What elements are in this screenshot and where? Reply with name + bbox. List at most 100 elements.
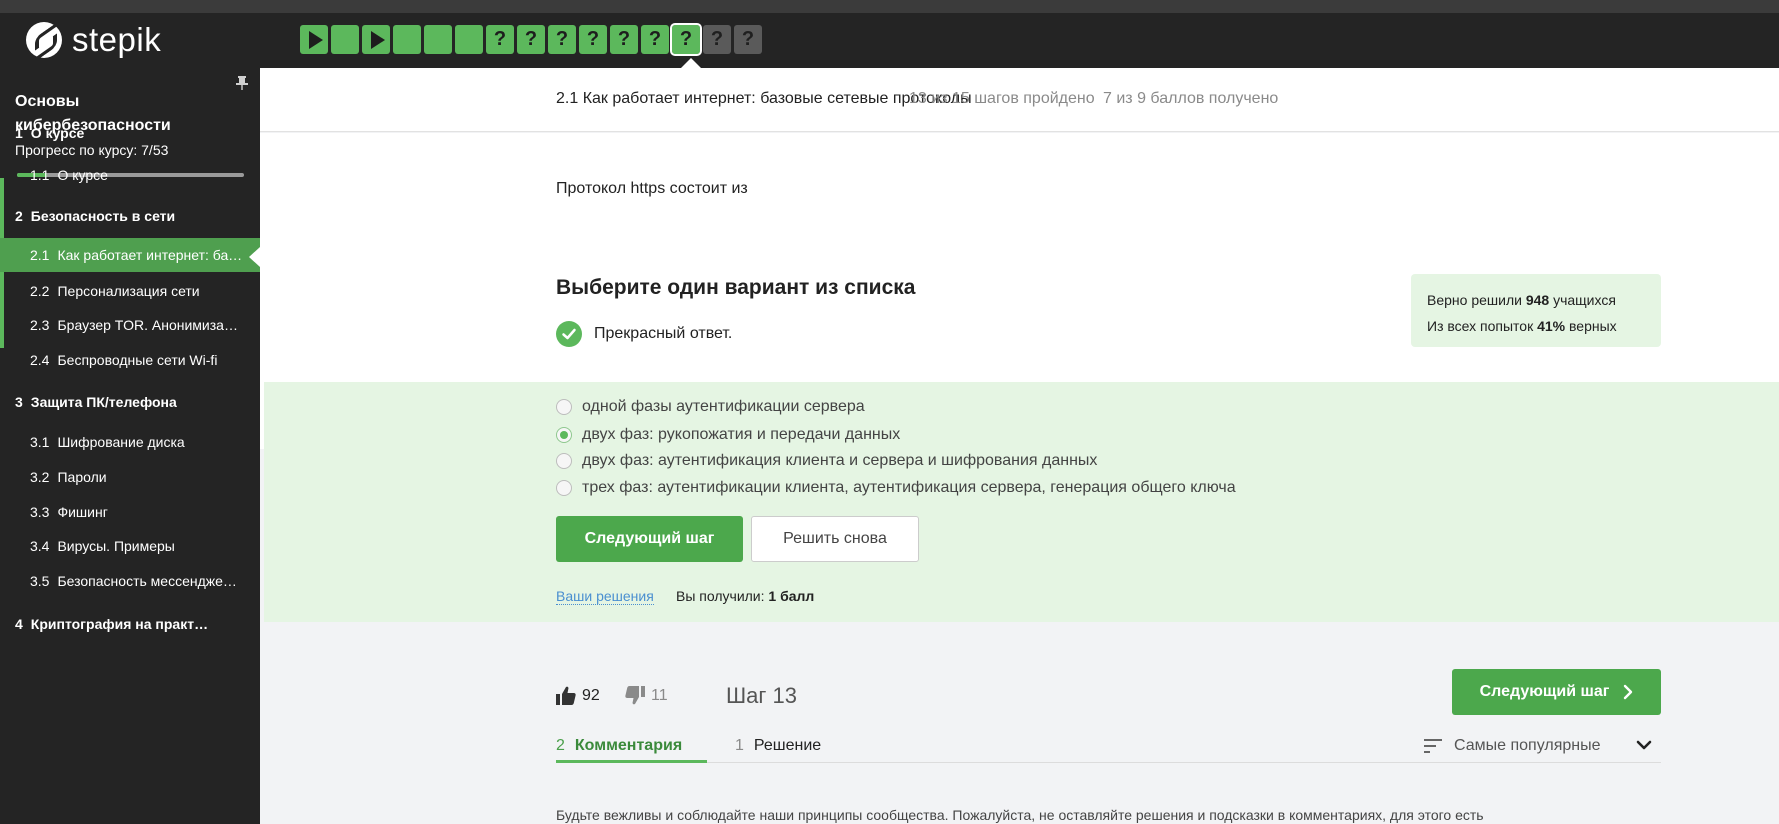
radio-button[interactable]	[556, 480, 572, 496]
sort-label: Самые популярные	[1454, 737, 1601, 754]
points-progress: 7 из 9 баллов получено	[1103, 90, 1279, 107]
sidebar-section[interactable]: 4 Криптография на практике	[0, 606, 260, 642]
step-nav-item[interactable]	[455, 25, 483, 54]
sidebar-lesson[interactable]: 2.1 Как работает интернет: базовые сетевы…	[0, 238, 260, 272]
answer-option[interactable]: одной фазы аутентификации сервера	[556, 398, 865, 416]
step-label: Шаг 13	[726, 683, 798, 708]
solve-stats: Верно решили 948 учащихся Из всех попыто…	[1411, 274, 1661, 347]
chevron-down-icon[interactable]	[1636, 739, 1652, 751]
tab-solutions[interactable]: 1 Решение	[735, 737, 821, 755]
radio-button[interactable]	[556, 427, 572, 443]
course-sidebar: Основы кибербезопасности Прогресс по кур…	[0, 68, 260, 824]
sidebar-item-label: Защита ПК/телефона	[30, 394, 177, 410]
thumbs-up-icon	[556, 686, 576, 705]
sidebar-item-number: 2.4	[30, 352, 50, 368]
sort-dropdown[interactable]: Самые популярные	[1424, 737, 1600, 755]
answer-feedback: Прекрасный ответ.	[556, 321, 732, 347]
sidebar-lesson[interactable]: 2.4 Беспроводные сети Wi-fi	[0, 343, 260, 377]
step-nav-item[interactable]	[393, 25, 421, 54]
step-nav-item[interactable]: ?	[486, 25, 514, 54]
score-prefix: Вы получили:	[676, 588, 769, 604]
step-nav-item[interactable]: ?	[517, 25, 545, 54]
radio-button[interactable]	[556, 399, 572, 415]
step-nav-item[interactable]: ?	[670, 23, 702, 56]
active-tab-indicator	[556, 760, 707, 763]
step-navigation: ?????????	[300, 23, 762, 56]
play-icon	[370, 30, 385, 49]
step-nav-item[interactable]	[331, 25, 359, 54]
sidebar-lesson[interactable]: 3.4 Вирусы. Примеры	[0, 529, 260, 563]
next-step-button-footer[interactable]: Следующий шаг	[1452, 669, 1661, 715]
browser-top-strip	[0, 0, 1779, 13]
answer-option-text: двух фаз: рукопожатия и передачи данных	[582, 426, 901, 443]
sidebar-item-number: 3.1	[30, 434, 50, 450]
tab-comments[interactable]: 2 Комментария	[556, 737, 682, 755]
answer-option[interactable]: двух фаз: аутентификация клиента и серве…	[556, 452, 1097, 470]
sidebar-lesson[interactable]: 3.2 Пароли	[0, 460, 260, 494]
step-nav-item[interactable]: ?	[641, 25, 669, 54]
sidebar-item-label: Пароли	[57, 469, 107, 485]
top-bar: stepik ?????????	[0, 13, 1779, 68]
sidebar-item-number: 2.2	[30, 283, 50, 299]
step-nav-item[interactable]	[300, 25, 328, 54]
sidebar-item-label: Беспроводные сети Wi-fi	[57, 352, 218, 368]
sidebar-item-number: 2.1	[30, 247, 50, 263]
solved-count: 948	[1525, 292, 1550, 308]
sidebar-item-number: 3	[15, 394, 23, 410]
dislike-button[interactable]: 11	[625, 686, 668, 705]
sidebar-item-number: 2	[15, 208, 23, 224]
tab-solutions-count: 1	[735, 737, 744, 754]
step-nav-item[interactable]	[424, 25, 452, 54]
main-content: 2.1 Как работает интернет: базовые сетев…	[260, 68, 1779, 824]
sidebar-item-label: О курсе	[30, 125, 85, 141]
your-solutions-link[interactable]: Ваши решения	[556, 588, 654, 605]
radio-button[interactable]	[556, 453, 572, 469]
sidebar-section[interactable]: 2 Безопасность в сети	[0, 198, 260, 234]
sidebar-item-label: Вирусы. Примеры	[57, 538, 175, 554]
solved-suffix: учащихся	[1549, 292, 1616, 308]
next-step-button[interactable]: Следующий шаг	[556, 516, 743, 562]
sidebar-lesson[interactable]: 1.1 О курсе	[0, 157, 260, 193]
stepik-logo-icon	[26, 22, 62, 58]
likes-count: 92	[582, 686, 600, 704]
answer-option-text: трех фаз: аутентификации клиента, аутент…	[582, 479, 1236, 496]
question-mark-icon: ?	[710, 28, 724, 50]
step-nav-item[interactable]: ?	[548, 25, 576, 54]
sidebar-section[interactable]: 3 Защита ПК/телефона	[0, 384, 260, 420]
answer-option[interactable]: двух фаз: рукопожатия и передачи данных	[556, 426, 900, 444]
steps-progress: 13 из 15 шагов пройдено	[909, 90, 1095, 107]
sidebar-lesson[interactable]: 2.3 Браузер TOR. Анонимизация в сети	[0, 308, 260, 342]
score-value: 1 балл	[768, 588, 815, 604]
question-mark-icon: ?	[555, 28, 569, 50]
retry-button[interactable]: Решить снова	[751, 516, 919, 562]
sidebar-lesson[interactable]: 3.1 Шифрование диска	[0, 425, 260, 459]
feedback-text: Прекрасный ответ.	[594, 325, 733, 342]
sidebar-item-number: 1	[15, 125, 23, 141]
sidebar-lesson[interactable]: 3.3 Фишинг	[0, 495, 260, 529]
pin-icon[interactable]	[236, 76, 248, 90]
step-nav-item[interactable]: ?	[610, 25, 638, 54]
sidebar-item-label: Браузер TOR. Анонимизация в сети	[57, 317, 243, 333]
sidebar-section[interactable]: 1 О курсе	[0, 115, 260, 151]
like-button[interactable]: 92	[556, 686, 600, 705]
step-nav-item[interactable]: ?	[734, 25, 762, 54]
attempts-percent: 41%	[1537, 318, 1566, 334]
attempts-suffix: верных	[1565, 318, 1617, 334]
step-footer: 92 11 Шаг 13 Следующий шаг 2 Комментария…	[260, 657, 1779, 824]
answer-option-text: двух фаз: аутентификация клиента и серве…	[582, 452, 1098, 469]
question-mark-icon: ?	[493, 28, 507, 50]
answer-options-panel: одной фазы аутентификации сервера двух фа…	[264, 382, 1779, 622]
step-nav-item[interactable]: ?	[579, 25, 607, 54]
step-nav-item[interactable]	[362, 25, 390, 54]
sidebar-item-label: О курсе	[57, 167, 108, 183]
next-step-label: Следующий шаг	[1479, 683, 1610, 700]
answer-option[interactable]: трех фаз: аутентификации клиента, аутент…	[556, 479, 1236, 497]
question-mark-icon: ?	[679, 28, 693, 50]
stepik-logo[interactable]: stepik	[26, 20, 161, 60]
sort-icon	[1424, 739, 1442, 753]
question-mark-icon: ?	[648, 28, 662, 50]
chevron-right-icon	[1624, 684, 1633, 700]
sidebar-lesson[interactable]: 2.2 Персонализация сети	[0, 274, 260, 308]
step-nav-item[interactable]: ?	[703, 25, 731, 54]
sidebar-lesson[interactable]: 3.5 Безопасность мессенджеров	[0, 564, 260, 598]
